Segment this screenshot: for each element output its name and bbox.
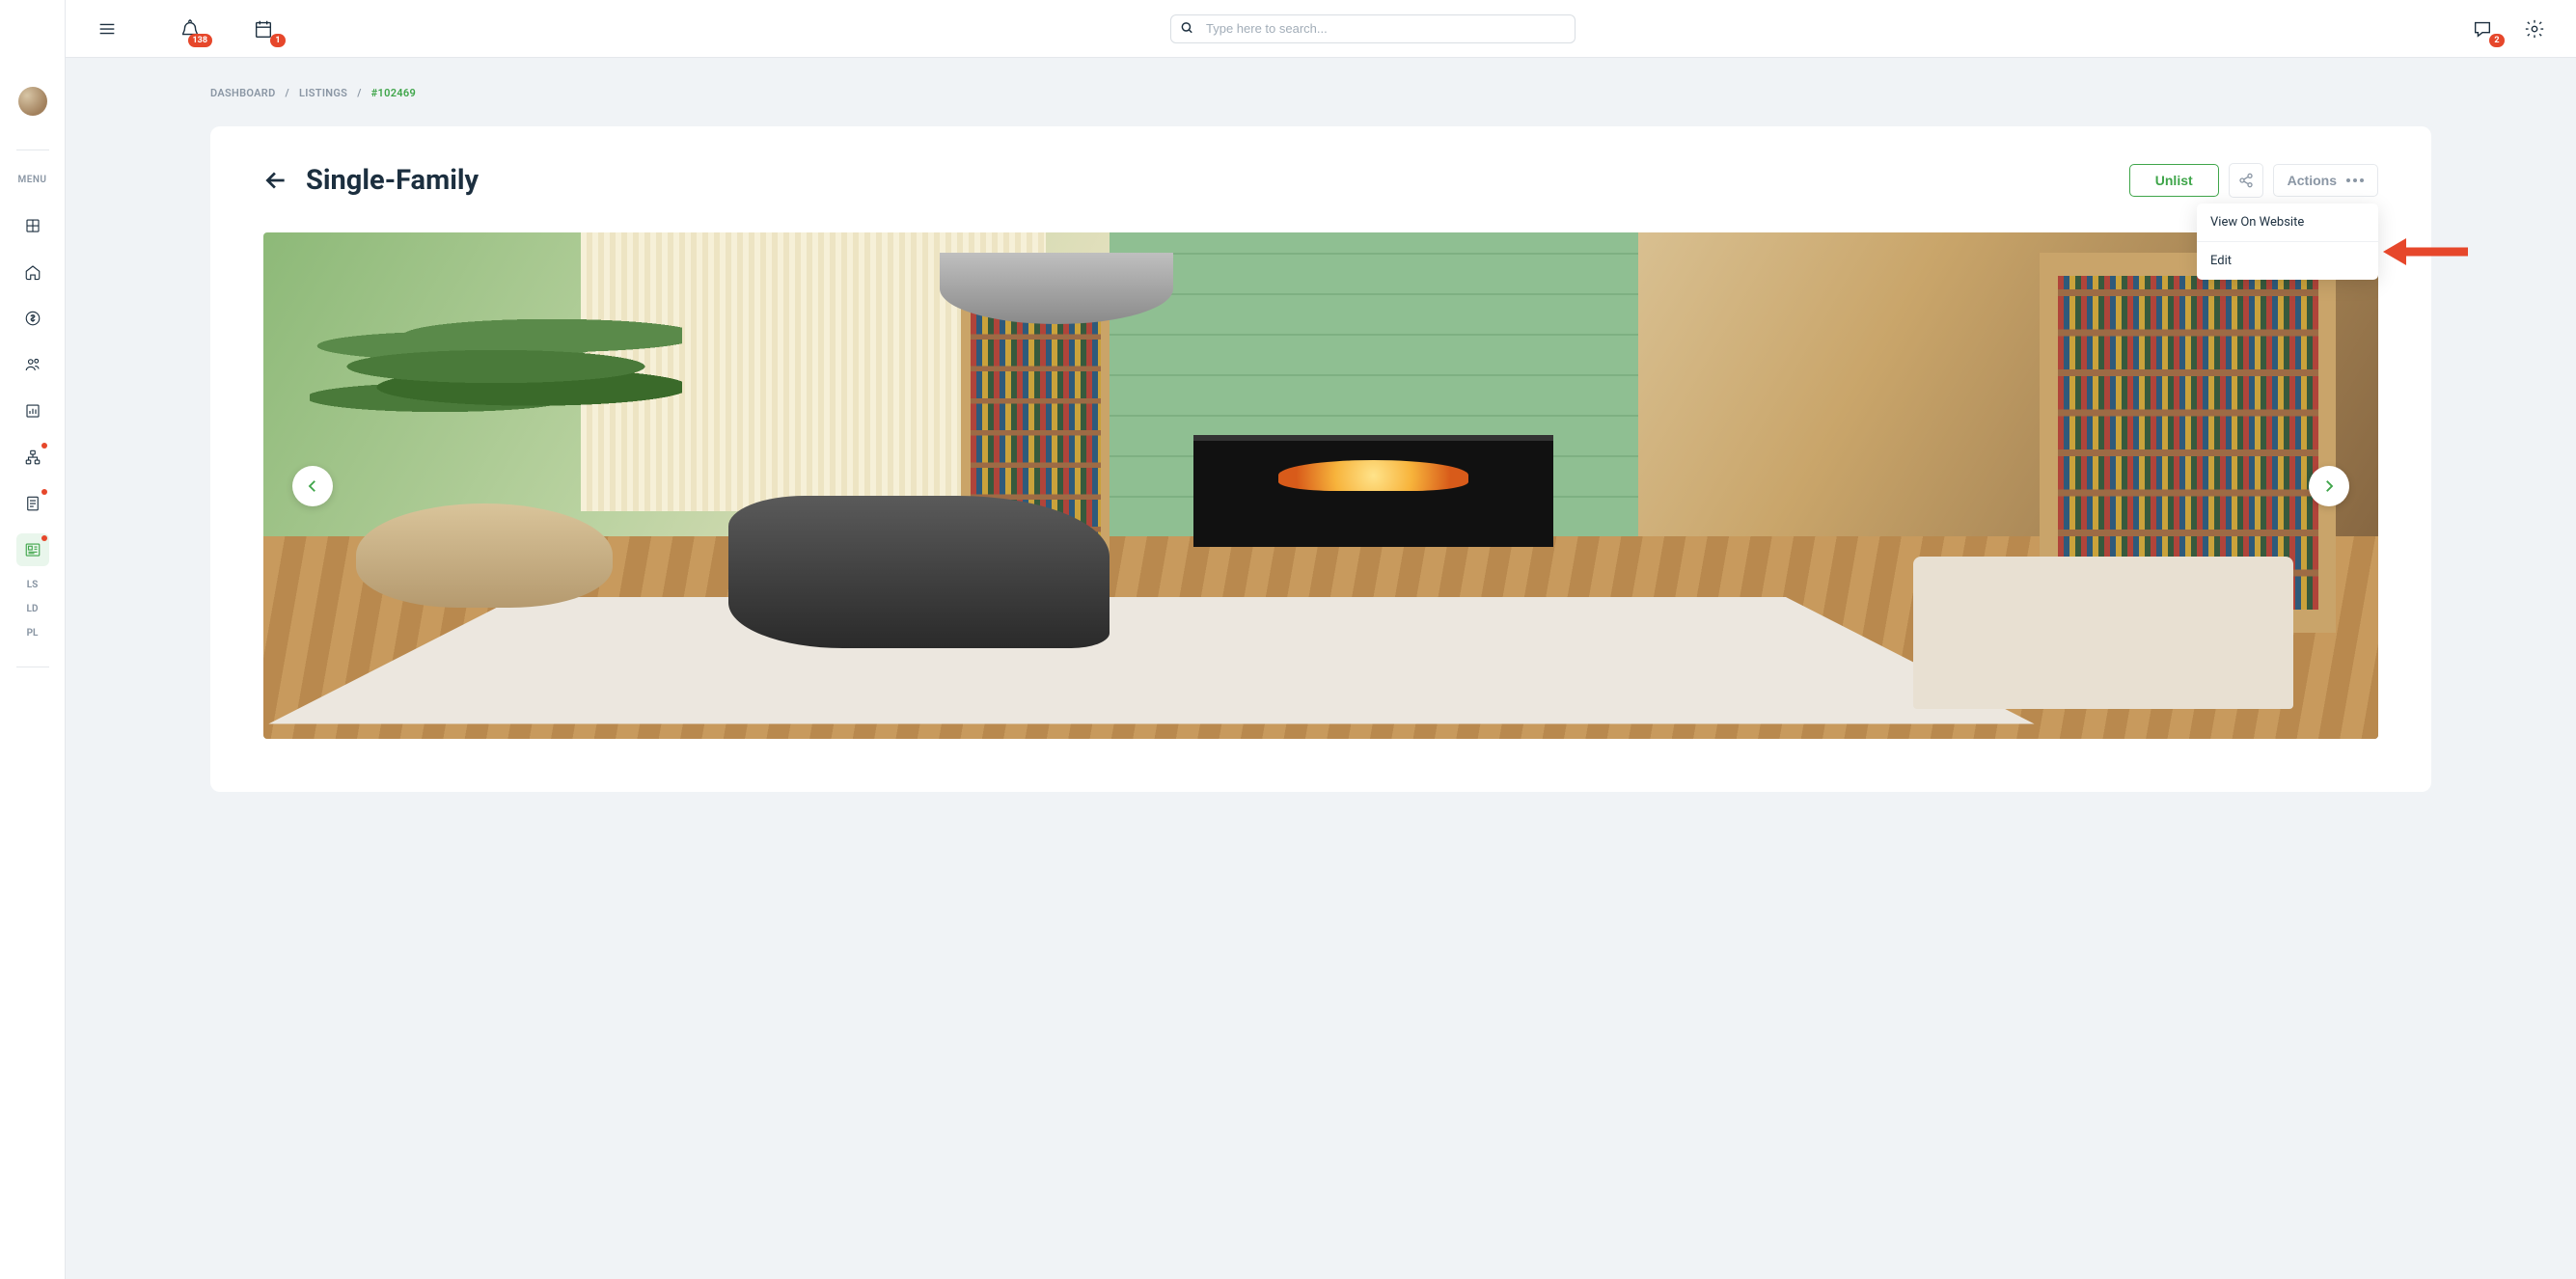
dropdown-edit[interactable]: Edit	[2197, 242, 2378, 280]
breadcrumb-separator: /	[286, 87, 289, 99]
card-header: Single-Family Unlist Actions	[263, 163, 2378, 198]
back-arrow-icon[interactable]	[263, 168, 288, 193]
nav-people-icon[interactable]	[16, 348, 49, 381]
content-area: DASHBOARD / LISTINGS / #102469 Single-Fa…	[66, 58, 2576, 1279]
breadcrumb: DASHBOARD / LISTINGS / #102469	[210, 87, 2431, 99]
settings-icon[interactable]	[2522, 16, 2547, 41]
listing-card: Single-Family Unlist Actions Vie	[210, 126, 2431, 792]
menu-toggle-icon[interactable]	[95, 16, 120, 41]
breadcrumb-current: #102469	[371, 87, 416, 99]
breadcrumb-separator: /	[357, 87, 361, 99]
nav-hierarchy-icon[interactable]	[16, 441, 49, 474]
unlist-button[interactable]: Unlist	[2129, 164, 2219, 197]
search-wrap	[1170, 14, 1576, 43]
search-input[interactable]	[1170, 14, 1576, 43]
notification-dot	[41, 443, 47, 449]
actions-dropdown: View On Website Edit	[2197, 204, 2378, 280]
sidebar-sub-pl[interactable]: PL	[21, 628, 44, 639]
sidebar-sub-ls[interactable]: LS	[21, 580, 44, 590]
menu-label: MENU	[17, 175, 46, 185]
notification-dot	[41, 489, 47, 495]
breadcrumb-dashboard[interactable]: DASHBOARD	[210, 87, 276, 99]
calendar-badge: 1	[270, 34, 286, 47]
actions-label: Actions	[2288, 173, 2337, 188]
notification-dot	[41, 535, 47, 541]
nav-grid-icon[interactable]	[16, 209, 49, 242]
dropdown-view-on-website[interactable]: View On Website	[2197, 204, 2378, 242]
sidebar-sub-ld[interactable]: LD	[21, 604, 44, 614]
alerts-badge: 138	[188, 34, 213, 47]
calendar-icon[interactable]: 1	[251, 16, 276, 41]
topbar: 138 1 2	[66, 0, 2576, 58]
gallery-prev-button[interactable]	[292, 466, 333, 506]
more-dots-icon	[2346, 178, 2364, 182]
alerts-icon[interactable]: 138	[178, 16, 203, 41]
nav-chart-icon[interactable]	[16, 395, 49, 427]
actions-button[interactable]: Actions	[2273, 164, 2378, 197]
nav-dollar-icon[interactable]	[16, 302, 49, 335]
nav-document-icon[interactable]	[16, 487, 49, 520]
listing-gallery	[263, 232, 2378, 739]
chat-badge: 2	[2489, 34, 2505, 47]
gallery-next-button[interactable]	[2309, 466, 2349, 506]
page-title: Single-Family	[306, 164, 479, 197]
chat-icon[interactable]: 2	[2470, 16, 2495, 41]
sidebar-rail: MENU LS LD PL	[0, 0, 66, 1279]
breadcrumb-listings[interactable]: LISTINGS	[299, 87, 347, 99]
nav-listings-icon[interactable]	[16, 533, 49, 566]
share-button[interactable]	[2229, 163, 2263, 198]
avatar[interactable]	[18, 87, 47, 116]
annotation-arrow-icon	[2383, 232, 2470, 271]
nav-home-icon[interactable]	[16, 256, 49, 288]
search-icon	[1180, 19, 1193, 38]
